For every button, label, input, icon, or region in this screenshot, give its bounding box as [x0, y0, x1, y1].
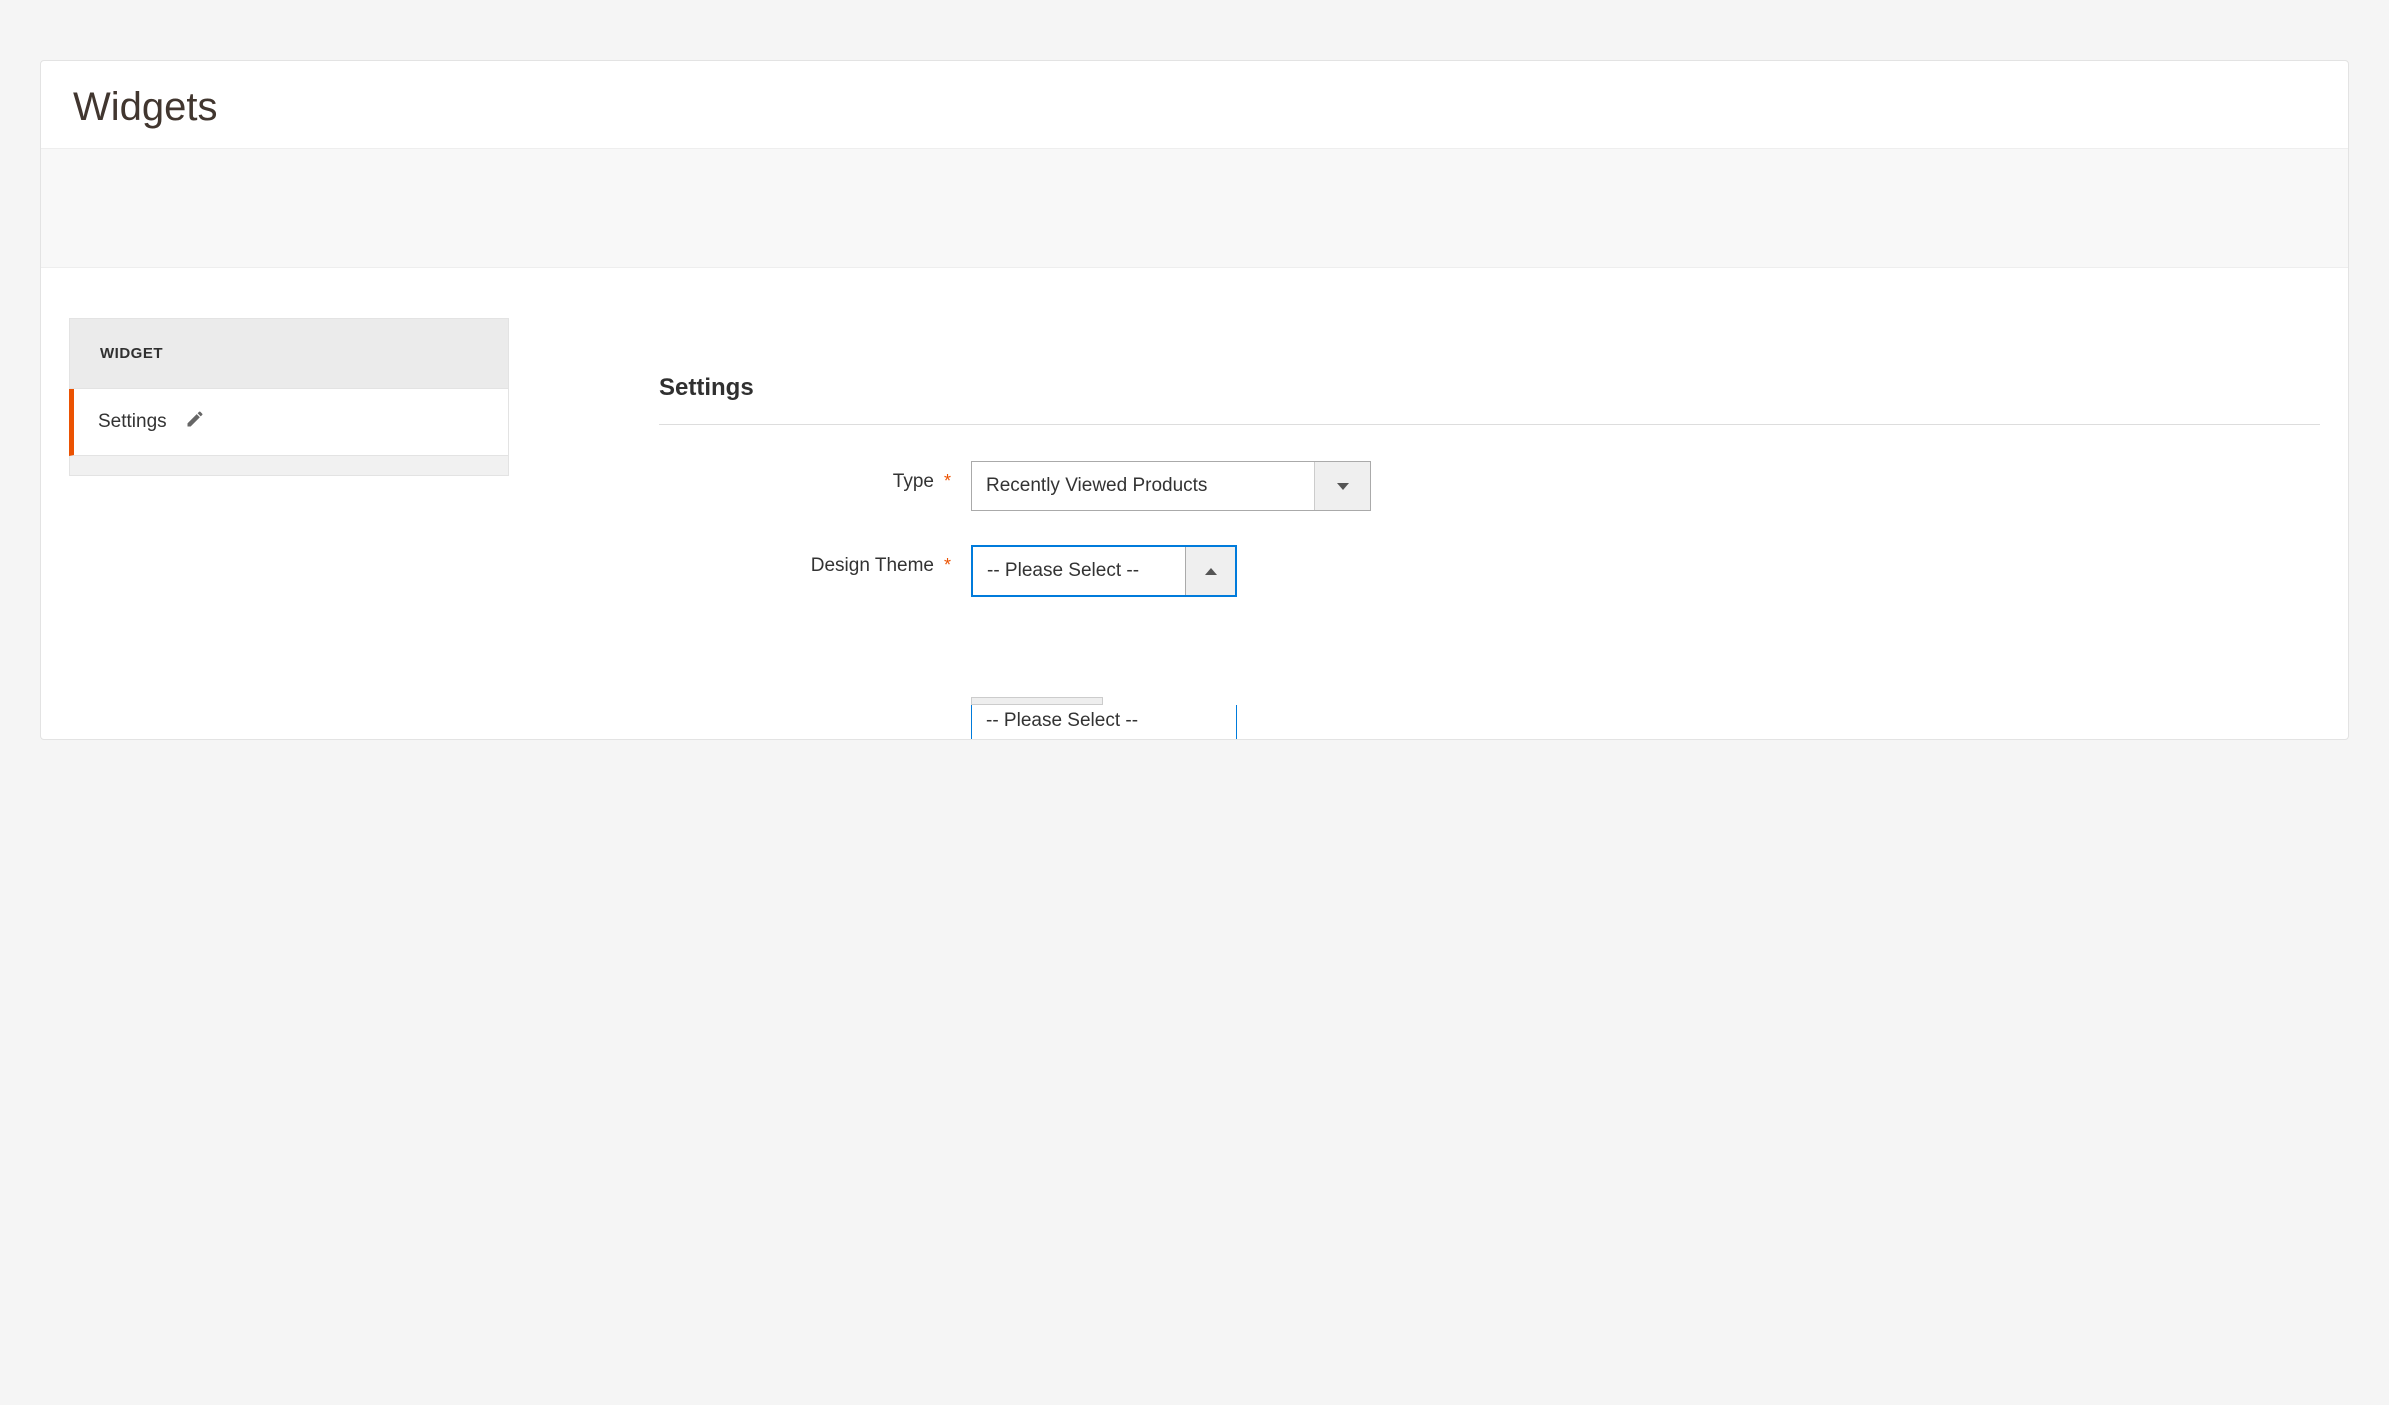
field-control-design-theme: -- Please Select -- -- Please Select -- … — [971, 545, 1237, 705]
section-title: Settings — [659, 374, 2320, 425]
design-theme-dropdown: -- Please Select -- Magento Blank Magent… — [971, 705, 1237, 740]
field-control-type: Recently Viewed Products — [971, 461, 1371, 511]
toolbar-spacer — [41, 148, 2348, 268]
sidebar: WIDGET Settings — [69, 318, 509, 739]
field-row-type: Type * Recently Viewed Products — [659, 461, 2320, 511]
sidebar-header: WIDGET — [69, 318, 509, 389]
design-theme-select[interactable]: -- Please Select -- — [971, 545, 1237, 597]
type-select-value: Recently Viewed Products — [972, 462, 1314, 510]
page-title: Widgets — [41, 61, 2348, 148]
field-row-design-theme: Design Theme * -- Please Select -- -- Pl… — [659, 545, 2320, 705]
page-container: Widgets WIDGET Settings Settings Type * — [40, 60, 2349, 740]
content-layout: WIDGET Settings Settings Type * Recently… — [41, 318, 2348, 739]
chevron-up-icon — [1205, 568, 1217, 575]
edit-icon — [185, 409, 205, 435]
design-theme-select-button[interactable] — [1185, 547, 1235, 595]
required-asterisk-icon: * — [944, 471, 951, 492]
required-asterisk-icon: * — [944, 555, 951, 576]
sidebar-footer — [69, 456, 509, 476]
continue-button-stub[interactable] — [971, 697, 1103, 705]
type-label-text: Type — [893, 471, 934, 493]
dropdown-option-magento-blank[interactable]: Magento Blank — [972, 737, 1236, 740]
dropdown-option-please-select[interactable]: -- Please Select -- — [972, 705, 1236, 737]
sidebar-tab-label: Settings — [98, 411, 167, 433]
field-label-type: Type * — [659, 461, 959, 493]
chevron-down-icon — [1337, 483, 1349, 490]
type-select[interactable]: Recently Viewed Products — [971, 461, 1371, 511]
main-panel: Settings Type * Recently Viewed Products — [659, 318, 2320, 739]
design-theme-label-text: Design Theme — [811, 555, 934, 577]
field-label-design-theme: Design Theme * — [659, 545, 959, 577]
type-select-button[interactable] — [1314, 462, 1370, 510]
design-theme-select-value: -- Please Select -- — [973, 547, 1185, 595]
sidebar-tab-settings[interactable]: Settings — [69, 389, 509, 456]
